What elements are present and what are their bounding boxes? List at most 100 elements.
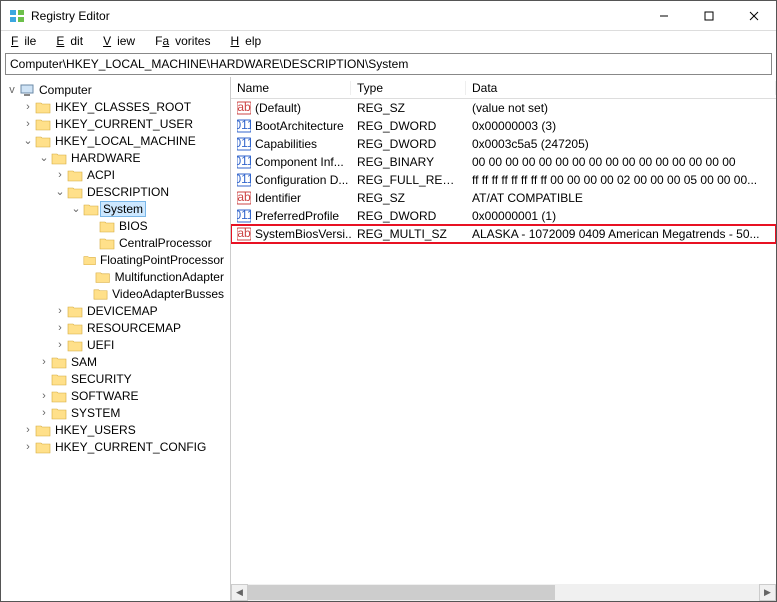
tree-node[interactable]: › SYSTEM xyxy=(1,404,230,421)
expand-toggle-icon[interactable]: › xyxy=(37,390,51,402)
column-name[interactable]: Name xyxy=(231,81,351,95)
expand-toggle-icon[interactable]: v xyxy=(5,84,19,96)
tree-node[interactable]: FloatingPointProcessor xyxy=(1,251,230,268)
folder-icon xyxy=(35,440,51,454)
menu-bar: File Edit View Favorites Help xyxy=(1,31,776,51)
tree-node[interactable]: ⌄HKEY_LOCAL_MACHINE xyxy=(1,132,230,149)
tree-node[interactable]: ›DEVICEMAP xyxy=(1,302,230,319)
registry-value-row[interactable]: 011Component Inf...REG_BINARY00 00 00 00… xyxy=(231,153,776,171)
horizontal-scrollbar[interactable]: ◀ ▶ xyxy=(231,584,776,601)
close-button[interactable] xyxy=(731,1,776,31)
tree-label: HKEY_USERS xyxy=(53,423,138,437)
registry-value-row[interactable]: 011BootArchitectureREG_DWORD0x00000003 (… xyxy=(231,117,776,135)
scroll-left-button[interactable]: ◀ xyxy=(231,584,248,601)
value-data-cell: AT/AT COMPATIBLE xyxy=(466,191,776,205)
column-data[interactable]: Data xyxy=(466,81,776,95)
expand-toggle-icon[interactable]: ⌄ xyxy=(53,185,67,198)
registry-value-row[interactable]: ab(Default)REG_SZ(value not set) xyxy=(231,99,776,117)
expand-toggle-icon[interactable]: › xyxy=(53,169,67,181)
value-type-cell: REG_SZ xyxy=(351,191,466,205)
tree-node[interactable]: SECURITY xyxy=(1,370,230,387)
tree-node[interactable]: ›UEFI xyxy=(1,336,230,353)
value-name-cell: 011Configuration D... xyxy=(231,173,351,187)
menu-view[interactable]: View xyxy=(97,33,147,49)
value-name-cell: abSystemBiosVersi... xyxy=(231,227,351,241)
list-pane: Name Type Data ab(Default)REG_SZ(value n… xyxy=(231,77,776,601)
minimize-button[interactable] xyxy=(641,1,686,31)
address-bar[interactable]: Computer\HKEY_LOCAL_MACHINE\HARDWARE\DES… xyxy=(5,53,772,75)
folder-icon xyxy=(67,185,83,199)
value-name-cell: 011Component Inf... xyxy=(231,155,351,169)
expand-toggle-icon[interactable]: › xyxy=(21,118,35,130)
expand-toggle-icon[interactable]: ⌄ xyxy=(37,151,51,164)
tree-node[interactable]: MultifunctionAdapter xyxy=(1,268,230,285)
expand-toggle-icon[interactable]: › xyxy=(53,305,67,317)
svg-text:ab: ab xyxy=(237,191,251,204)
registry-value-row[interactable]: 011Configuration D...REG_FULL_RESOU...ff… xyxy=(231,171,776,189)
value-list[interactable]: ab(Default)REG_SZ(value not set)011BootA… xyxy=(231,99,776,584)
tree-node[interactable]: ›RESOURCEMAP xyxy=(1,319,230,336)
registry-value-row[interactable]: abIdentifierREG_SZAT/AT COMPATIBLE xyxy=(231,189,776,207)
expand-toggle-icon[interactable]: ⌄ xyxy=(69,202,83,215)
value-name-cell: 011BootArchitecture xyxy=(231,119,351,133)
registry-value-row[interactable]: abSystemBiosVersi...REG_MULTI_SZALASKA -… xyxy=(231,225,776,243)
tree-node[interactable]: ⌄DESCRIPTION xyxy=(1,183,230,200)
binary-icon: 011 xyxy=(237,209,251,223)
tree-label: BIOS xyxy=(117,219,150,233)
tree-node[interactable]: CentralProcessor xyxy=(1,234,230,251)
scroll-right-button[interactable]: ▶ xyxy=(759,584,776,601)
menu-favorites[interactable]: Favorites xyxy=(149,33,222,49)
tree-node[interactable]: ⌄System xyxy=(1,200,230,217)
tree-node[interactable]: VideoAdapterBusses xyxy=(1,285,230,302)
registry-value-row[interactable]: 011PreferredProfileREG_DWORD0x00000001 (… xyxy=(231,207,776,225)
expand-toggle-icon[interactable]: › xyxy=(21,424,35,436)
expand-toggle-icon[interactable]: › xyxy=(21,441,35,453)
tree-node[interactable]: ›SAM xyxy=(1,353,230,370)
expand-toggle-icon[interactable]: ⌄ xyxy=(21,134,35,147)
scroll-thumb[interactable] xyxy=(248,585,555,600)
folder-icon xyxy=(51,151,67,165)
menu-edit[interactable]: Edit xyxy=(50,33,95,49)
tree-node[interactable]: ›HKEY_CURRENT_USER xyxy=(1,115,230,132)
string-icon: ab xyxy=(237,191,251,205)
tree-node[interactable]: ⌄HARDWARE xyxy=(1,149,230,166)
folder-icon xyxy=(35,100,51,114)
folder-icon xyxy=(51,355,67,369)
menu-file[interactable]: File xyxy=(5,33,48,49)
tree-node[interactable]: › HKEY_USERS xyxy=(1,421,230,438)
svg-text:ab: ab xyxy=(237,227,251,240)
svg-text:ab: ab xyxy=(237,101,251,114)
menu-help[interactable]: Help xyxy=(224,33,273,49)
app-icon xyxy=(9,8,25,24)
tree-root[interactable]: vComputer xyxy=(1,81,230,98)
value-name-cell: ab(Default) xyxy=(231,101,351,115)
window: Registry Editor File Edit View Favorites… xyxy=(0,0,777,602)
tree-pane[interactable]: vComputer›HKEY_CLASSES_ROOT›HKEY_CURRENT… xyxy=(1,77,231,601)
tree-node[interactable]: › HKEY_CURRENT_CONFIG xyxy=(1,438,230,455)
value-type-cell: REG_DWORD xyxy=(351,209,466,223)
column-type[interactable]: Type xyxy=(351,81,466,95)
tree-node[interactable]: BIOS xyxy=(1,217,230,234)
value-type-cell: REG_MULTI_SZ xyxy=(351,227,466,241)
tree-node[interactable]: ›HKEY_CLASSES_ROOT xyxy=(1,98,230,115)
tree-node[interactable]: ›SOFTWARE xyxy=(1,387,230,404)
folder-icon xyxy=(83,253,96,267)
value-name-cell: abIdentifier xyxy=(231,191,351,205)
expand-toggle-icon[interactable]: › xyxy=(37,356,51,368)
binary-icon: 011 xyxy=(237,155,251,169)
tree-label: SYSTEM xyxy=(69,406,122,420)
column-headers: Name Type Data xyxy=(231,77,776,99)
tree-node[interactable]: ›ACPI xyxy=(1,166,230,183)
expand-toggle-icon[interactable]: › xyxy=(53,339,67,351)
folder-icon xyxy=(51,389,67,403)
registry-value-row[interactable]: 011CapabilitiesREG_DWORD0x0003c5a5 (2472… xyxy=(231,135,776,153)
string-icon: ab xyxy=(237,101,251,115)
expand-toggle-icon[interactable]: › xyxy=(37,407,51,419)
scroll-track[interactable] xyxy=(248,584,759,601)
binary-icon: 011 xyxy=(237,173,251,187)
maximize-button[interactable] xyxy=(686,1,731,31)
tree-label: HKEY_CURRENT_CONFIG xyxy=(53,440,208,454)
expand-toggle-icon[interactable]: › xyxy=(21,101,35,113)
expand-toggle-icon[interactable]: › xyxy=(53,322,67,334)
tree-label: FloatingPointProcessor xyxy=(98,253,226,267)
